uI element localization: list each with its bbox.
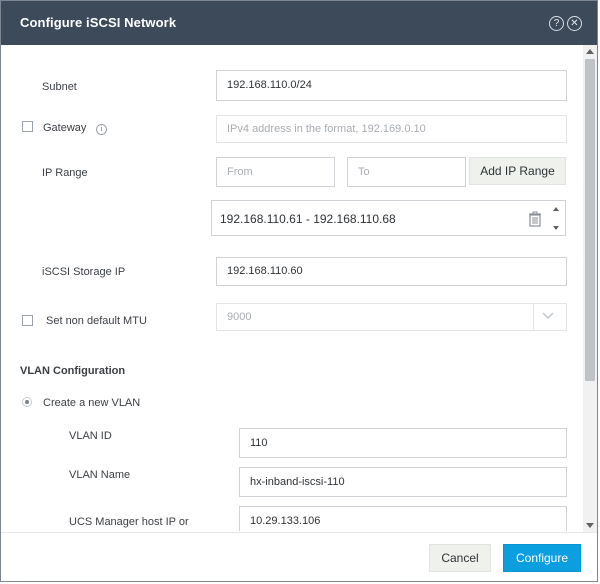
dialog-footer: Cancel Configure — [1, 532, 597, 581]
subnet-input[interactable]: 192.168.110.0/24 — [216, 70, 567, 101]
configure-button[interactable]: Configure — [503, 544, 581, 572]
cancel-button[interactable]: Cancel — [429, 544, 491, 572]
iscsi-storage-ip-label: iSCSI Storage IP — [42, 266, 126, 278]
subnet-label: Subnet — [42, 81, 77, 93]
ip-range-list: 192.168.110.61 - 192.168.110.68 — [211, 200, 566, 236]
trash-icon[interactable] — [528, 211, 542, 227]
gateway-input[interactable]: IPv4 address in the format, 192.169.0.10 — [216, 115, 567, 143]
dialog-body: Subnet 192.168.110.0/24 Gateway i IPv4 a… — [1, 45, 583, 531]
create-vlan-radio[interactable] — [22, 397, 32, 407]
chevron-down-icon[interactable] — [542, 312, 554, 320]
configure-iscsi-dialog: Configure iSCSI Network ? ✕ Subnet 192.1… — [0, 0, 598, 582]
list-scroll-up-icon[interactable] — [553, 207, 559, 211]
close-icon[interactable]: ✕ — [567, 16, 582, 31]
vlan-section-title: VLAN Configuration — [20, 365, 126, 377]
dialog-title: Configure iSCSI Network — [20, 15, 177, 30]
mtu-label: Set non default MTU — [46, 315, 147, 327]
vlan-id-input[interactable]: 110 — [239, 428, 567, 458]
radio-dot — [25, 400, 29, 404]
scroll-thumb[interactable] — [585, 59, 595, 381]
mtu-checkbox[interactable] — [22, 315, 33, 326]
help-icon[interactable]: ? — [549, 16, 564, 31]
ucs-host-input[interactable]: 10.29.133.106 — [239, 506, 567, 531]
gateway-checkbox[interactable] — [22, 121, 33, 132]
dialog-titlebar: Configure iSCSI Network ? ✕ — [1, 1, 597, 45]
iscsi-storage-ip-input[interactable]: 192.168.110.60 — [216, 257, 567, 286]
dialog-scrollbar[interactable] — [583, 45, 597, 532]
gateway-label: Gateway — [43, 122, 87, 134]
ip-range-label: IP Range — [42, 167, 88, 179]
mtu-select[interactable]: 9000 — [216, 303, 567, 331]
create-vlan-label: Create a new VLAN — [43, 397, 141, 409]
ip-range-from-input[interactable]: From — [216, 157, 335, 187]
ip-range-entry: 192.168.110.61 - 192.168.110.68 — [220, 212, 396, 226]
vlan-name-label: VLAN Name — [69, 469, 131, 481]
mtu-select-divider — [533, 303, 534, 331]
add-ip-range-button[interactable]: Add IP Range — [469, 157, 566, 185]
scroll-up-icon[interactable] — [586, 49, 594, 54]
vlan-id-label: VLAN ID — [69, 430, 112, 442]
ip-range-to-input[interactable]: To — [347, 157, 466, 187]
vlan-name-input[interactable]: hx-inband-iscsi-110 — [239, 467, 567, 497]
info-icon[interactable]: i — [96, 124, 107, 135]
scroll-down-icon[interactable] — [586, 523, 594, 528]
list-scroll-down-icon[interactable] — [553, 226, 559, 230]
ucs-host-label: UCS Manager host IP or — [69, 516, 189, 528]
